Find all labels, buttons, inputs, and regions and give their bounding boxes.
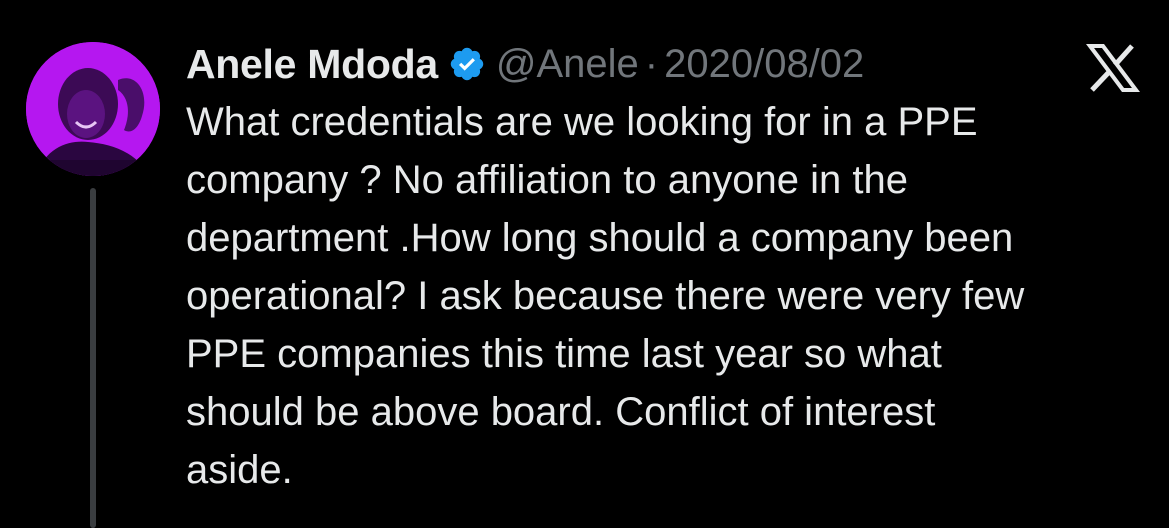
- tweet-card: Anele Mdoda @Anele · 2020/08/02 What cre…: [0, 0, 1169, 528]
- x-logo-icon[interactable]: [1086, 44, 1140, 92]
- avatar[interactable]: [26, 42, 160, 176]
- tweet-header: Anele Mdoda @Anele · 2020/08/02: [186, 36, 864, 92]
- tweet-text-line: should be above board. Conflict of inter…: [186, 390, 936, 434]
- tweet-text-line: aside.: [186, 448, 293, 492]
- tweet-text-line: What credentials are we looking for in a…: [186, 100, 978, 144]
- tweet-date[interactable]: 2020/08/02: [664, 42, 864, 87]
- avatar-photo: [26, 42, 160, 176]
- thread-line: [90, 188, 96, 528]
- verified-badge-icon: [448, 45, 486, 83]
- tweet-text: What credentials are we looking for in a…: [186, 93, 1146, 499]
- tweet-text-line: PPE companies this time last year so wha…: [186, 332, 942, 376]
- author-name[interactable]: Anele Mdoda: [186, 41, 438, 88]
- author-handle[interactable]: @Anele: [496, 42, 639, 87]
- tweet-text-line: operational? I ask because there were ve…: [186, 274, 1025, 318]
- separator-dot: ·: [644, 41, 659, 86]
- tweet-text-line: company ? No affiliation to anyone in th…: [186, 158, 908, 202]
- tweet-text-line: department .How long should a company be…: [186, 216, 1014, 260]
